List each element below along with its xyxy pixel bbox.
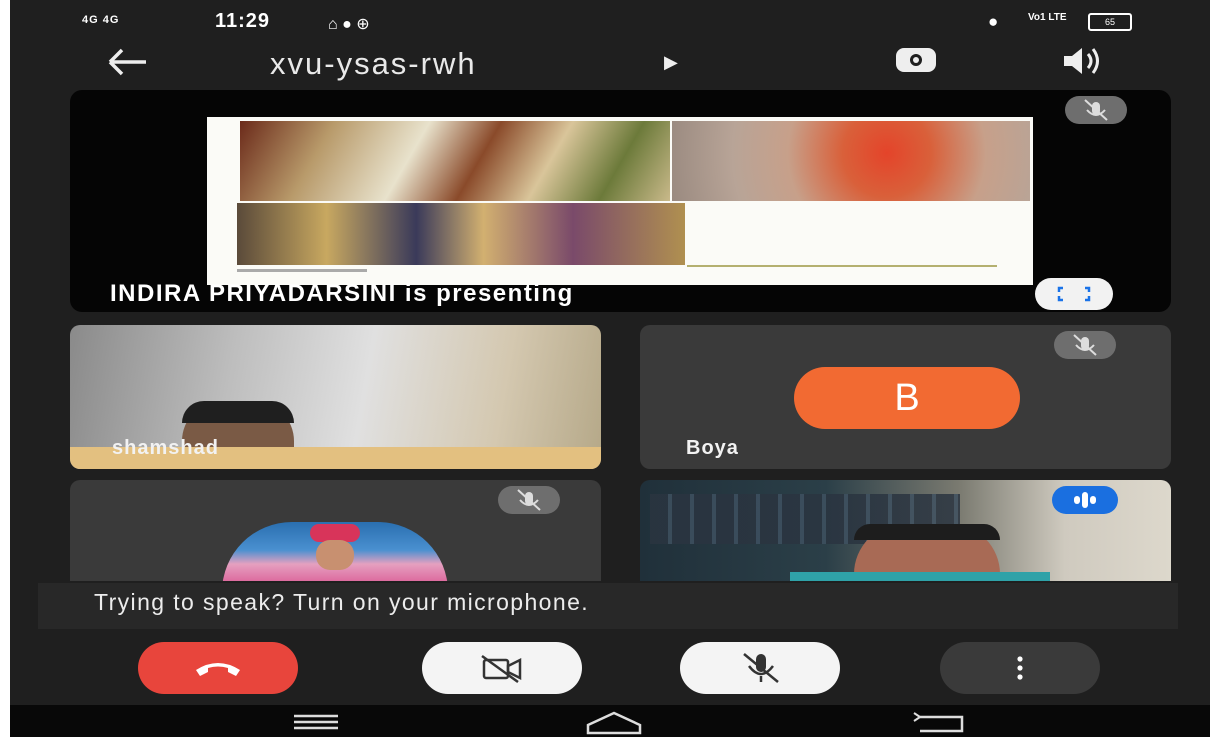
fullscreen-icon[interactable] xyxy=(1035,278,1113,310)
tomatoes-photo xyxy=(672,121,1030,201)
mic-hint-banner: Trying to speak? Turn on your microphone… xyxy=(38,583,1178,629)
more-options-button[interactable] xyxy=(940,642,1100,694)
phone-screen: 4G 4G 11:29 ⌂ ● ⊕ ● Vo1 LTE 65 xvu-ysas-… xyxy=(10,0,1210,737)
mic-off-icon xyxy=(498,486,560,514)
shared-slide xyxy=(207,117,1033,285)
seeds-photo xyxy=(240,121,670,201)
corn-photo xyxy=(237,203,685,265)
microphone-toggle-button[interactable] xyxy=(680,642,840,694)
face xyxy=(316,540,354,570)
alarm-icon: ● xyxy=(988,12,999,31)
status-bar: 4G 4G 11:29 ⌂ ● ⊕ ● Vo1 LTE 65 xyxy=(10,0,1210,42)
arrow-left-icon[interactable] xyxy=(106,46,150,83)
participant-name: shamshad xyxy=(112,437,219,459)
menu-icon[interactable] xyxy=(288,713,344,736)
back-icon[interactable] xyxy=(910,711,972,737)
home-icon[interactable] xyxy=(578,709,650,737)
participant-tile-4[interactable] xyxy=(640,480,1171,581)
participant-tile-3[interactable] xyxy=(70,480,601,581)
phone-hangup-icon xyxy=(190,654,246,687)
presentation-tile[interactable]: INDIRA PRIYADARSINI is presenting xyxy=(70,90,1171,312)
caption-line xyxy=(237,269,367,272)
mic-off-icon xyxy=(1054,331,1116,359)
more-vertical-icon xyxy=(1014,654,1026,687)
avatar: B xyxy=(794,367,1020,429)
participant-hair xyxy=(182,401,294,423)
participant-name: Boya xyxy=(686,437,739,459)
battery-icon: 65 xyxy=(1088,13,1132,31)
participant-hair xyxy=(854,524,1000,540)
clock: 11:29 xyxy=(215,10,271,32)
speaker-icon[interactable] xyxy=(1058,44,1106,83)
avatar xyxy=(222,522,448,581)
notification-icons: ⌂ ● ⊕ xyxy=(328,16,370,33)
mic-off-icon xyxy=(1065,96,1127,124)
mic-hint-text: Trying to speak? Turn on your microphone… xyxy=(94,589,590,615)
switch-camera-icon[interactable] xyxy=(890,42,942,83)
system-nav-bar xyxy=(10,705,1210,737)
blank-panel xyxy=(687,203,997,267)
end-call-button[interactable] xyxy=(138,642,298,694)
network-indicator-right: Vo1 LTE xyxy=(1028,12,1067,23)
participant-tile-shamshad[interactable]: shamshad xyxy=(70,325,601,469)
camera-off-icon xyxy=(478,652,528,689)
network-indicator-left: 4G 4G xyxy=(82,14,120,26)
camera-toggle-button[interactable] xyxy=(422,642,582,694)
participant-clothing xyxy=(790,572,1050,581)
speaking-indicator-icon xyxy=(1052,486,1118,514)
mic-off-icon xyxy=(736,650,786,691)
meeting-code[interactable]: xvu-ysas-rwh xyxy=(270,46,477,82)
meeting-header: xvu-ysas-rwh ▶ xyxy=(10,38,1210,86)
participant-tile-boya[interactable]: B Boya xyxy=(640,325,1171,469)
play-arrow-icon[interactable]: ▶ xyxy=(664,52,678,73)
presenter-label: INDIRA PRIYADARSINI is presenting xyxy=(110,280,574,307)
